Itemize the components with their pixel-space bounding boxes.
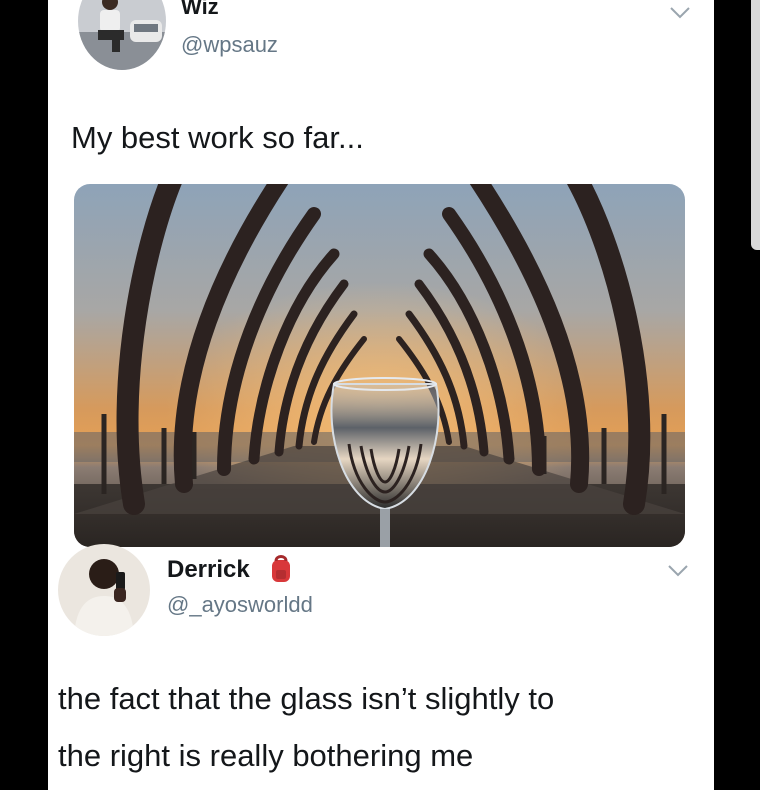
reply-author-name[interactable]: Derrick bbox=[167, 556, 250, 584]
chevron-down-icon[interactable] bbox=[665, 562, 691, 580]
pier-photo bbox=[74, 184, 685, 547]
screenshot: Wiz @wpsauz My best work so far... Derri… bbox=[0, 0, 760, 790]
avatar-photo bbox=[78, 0, 166, 70]
scrollbar[interactable] bbox=[751, 0, 760, 250]
tweet-card: Wiz @wpsauz My best work so far... Derri… bbox=[48, 0, 714, 790]
derrick-avatar[interactable] bbox=[58, 544, 150, 636]
author-name[interactable]: Wiz bbox=[181, 0, 219, 20]
backpack-icon bbox=[272, 555, 290, 582]
reply-text-line-2: the right is really bothering me bbox=[58, 738, 474, 773]
tweet-text: My best work so far... bbox=[71, 120, 364, 155]
reply-text-line-1: the fact that the glass isn’t slightly t… bbox=[58, 681, 555, 716]
avatar-photo bbox=[58, 544, 150, 636]
reply-author-handle[interactable]: @_ayosworldd bbox=[167, 592, 313, 618]
wiz-avatar[interactable] bbox=[78, 0, 166, 70]
author-handle[interactable]: @wpsauz bbox=[181, 32, 278, 58]
chevron-down-icon[interactable] bbox=[667, 4, 693, 22]
tweet-photo[interactable] bbox=[74, 184, 685, 547]
